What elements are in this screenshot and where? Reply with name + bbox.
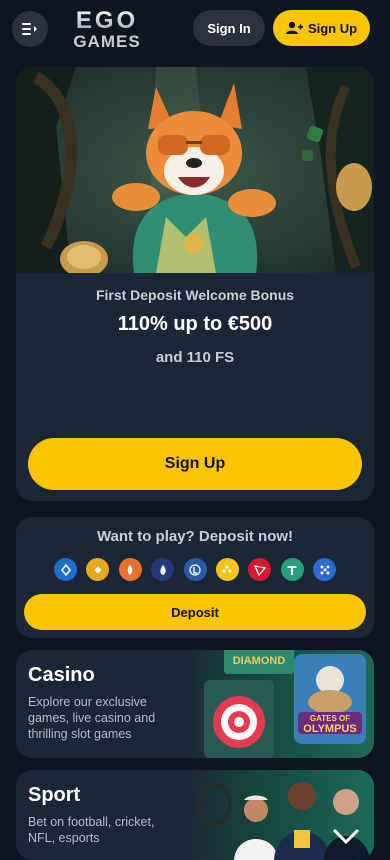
flame-token-icon (151, 558, 175, 581)
bonus-title: 110% up to €500 (117, 313, 273, 335)
bonus-free-spins: and 110 FS (155, 349, 235, 366)
deposit-card: Want to play? Deposit now! Deposit (16, 517, 374, 638)
casino-games-artwork: DIAMOND GATES OF OLYMPUS (184, 650, 374, 758)
casino-art-olympus-text: OLYMPUS (303, 723, 356, 735)
welcome-bonus-card: First Deposit Welcome Bonus 110% up to €… (16, 67, 374, 501)
ripple-icon (313, 558, 336, 581)
bitcoin-blue-icon (54, 558, 77, 581)
binance-icon (86, 558, 110, 581)
casino-art-diamond-text: DIAMOND (233, 655, 286, 667)
menu-icon (22, 23, 37, 35)
sign-in-button[interactable]: Sign In (193, 10, 265, 46)
corgi-mascot-banner (16, 67, 374, 273)
fire-token-icon (118, 558, 142, 581)
deposit-button[interactable]: Deposit (24, 594, 366, 630)
sign-in-label: Sign In (207, 20, 251, 36)
sign-up-button[interactable]: Sign Up (273, 10, 370, 46)
bonus-sign-up-button[interactable]: Sign Up (28, 438, 362, 490)
menu-button[interactable] (12, 11, 48, 47)
casino-category-card[interactable]: DIAMOND GATES OF OLYMPUS Casino Explore … (16, 650, 374, 758)
logo-text-top: EGO (76, 7, 138, 34)
dogecoin-icon (215, 558, 239, 581)
casino-description: Explore our exclusive games, live casino… (28, 695, 156, 741)
tether-icon (280, 558, 304, 581)
logo-text-bottom: GAMES (73, 32, 140, 51)
casino-title: Casino (28, 664, 95, 686)
sign-up-label: Sign Up (307, 20, 358, 36)
sport-description: Bet on football, cricket, NFL, esports (28, 815, 155, 845)
add-user-icon (285, 21, 303, 34)
tron-icon (248, 558, 272, 581)
bonus-sign-up-label: Sign Up (164, 455, 226, 472)
deposit-title: Want to play? Deposit now! (96, 528, 294, 545)
deposit-button-label: Deposit (171, 604, 219, 620)
sport-category-card[interactable]: Sport Bet on football, cricket, NFL, esp… (16, 770, 374, 860)
sport-athletes-artwork (184, 770, 374, 860)
bonus-subtitle: First Deposit Welcome Bonus (95, 287, 295, 303)
payment-methods (54, 558, 336, 582)
casino-art-gates-text: GATES OF (310, 714, 350, 723)
sport-title: Sport (28, 784, 81, 806)
top-header: EGO GAMES Sign In Sign Up (0, 0, 390, 58)
litecoin-icon (183, 558, 207, 581)
ego-games-logo[interactable]: EGO GAMES (60, 7, 154, 51)
